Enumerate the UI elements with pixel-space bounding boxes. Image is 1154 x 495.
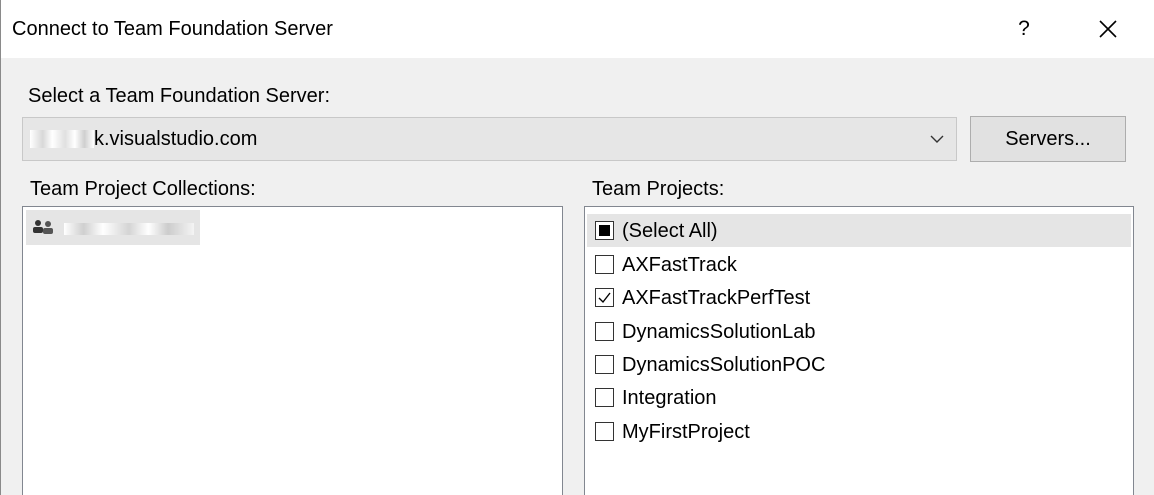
project-label: MyFirstProject — [622, 421, 750, 443]
collection-name-redacted — [64, 223, 194, 235]
team-collection-icon — [33, 220, 53, 234]
redacted-text — [30, 130, 94, 148]
help-button[interactable]: ? — [1001, 8, 1047, 50]
servers-button[interactable]: Servers... — [970, 116, 1126, 162]
project-checkbox[interactable] — [595, 255, 614, 274]
project-label: DynamicsSolutionLab — [622, 321, 816, 343]
connect-dialog: Connect to Team Foundation Server ? Sele… — [0, 0, 1154, 495]
close-icon — [1099, 20, 1117, 38]
server-value-text: k.visualstudio.com — [94, 128, 258, 150]
projects-listbox[interactable]: (Select All) AXFastTrack AXFastTrackPerf… — [584, 206, 1134, 495]
project-label: (Select All) — [622, 220, 718, 242]
server-combobox[interactable]: k.visualstudio.com — [22, 117, 957, 161]
server-select-label: Select a Team Foundation Server: — [28, 85, 331, 107]
project-checkbox[interactable] — [595, 422, 614, 441]
project-row[interactable]: DynamicsSolutionPOC — [587, 348, 1131, 381]
title-bar: Connect to Team Foundation Server ? — [1, 0, 1154, 58]
project-row-select-all[interactable]: (Select All) — [587, 214, 1131, 247]
collections-listbox[interactable] — [22, 206, 563, 495]
server-combobox-value: k.visualstudio.com — [30, 128, 257, 151]
list-item[interactable] — [26, 210, 200, 245]
project-checkbox[interactable] — [595, 388, 614, 407]
close-button[interactable] — [1085, 8, 1131, 50]
project-row[interactable]: MyFirstProject — [587, 415, 1131, 448]
project-checkbox[interactable] — [595, 288, 614, 307]
project-label: AXFastTrackPerfTest — [622, 287, 811, 309]
project-checkbox[interactable] — [595, 322, 614, 341]
dialog-title: Connect to Team Foundation Server — [12, 18, 333, 40]
project-row[interactable]: AXFastTrackPerfTest — [587, 281, 1131, 314]
project-label: DynamicsSolutionPOC — [622, 354, 826, 376]
project-row[interactable]: Integration — [587, 381, 1131, 414]
project-row[interactable]: DynamicsSolutionLab — [587, 315, 1131, 348]
checkmark-icon — [598, 292, 611, 304]
collections-label: Team Project Collections: — [30, 178, 256, 200]
chevron-down-icon — [930, 135, 944, 143]
project-label: AXFastTrack — [622, 254, 737, 276]
select-all-checkbox[interactable] — [595, 221, 614, 240]
project-checkbox[interactable] — [595, 355, 614, 374]
project-label: Integration — [622, 387, 717, 409]
project-row[interactable]: AXFastTrack — [587, 248, 1131, 281]
projects-label: Team Projects: — [592, 178, 725, 200]
